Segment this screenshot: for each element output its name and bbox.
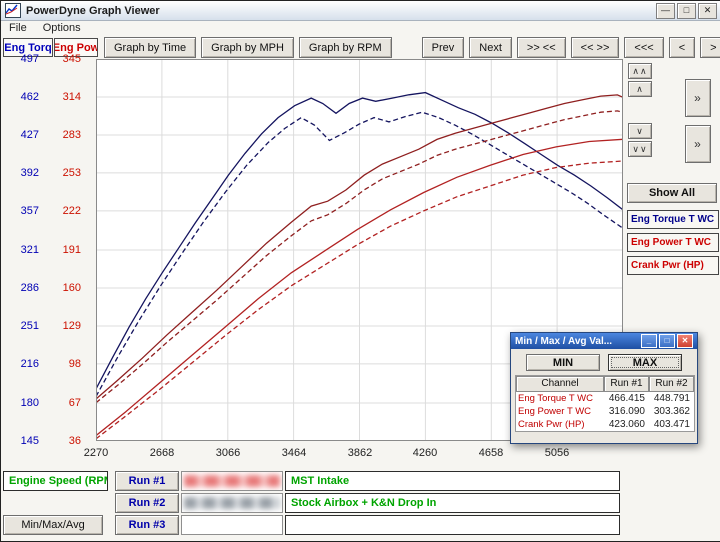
y-axis-left-tick: 427: [3, 129, 39, 141]
x-axis-tick: 3464: [272, 447, 316, 459]
minmax-header-run-1[interactable]: Run #1: [604, 376, 649, 392]
legend-eng-torque-t-wc[interactable]: Eng Torque T WC: [627, 210, 719, 229]
app-icon: [5, 3, 21, 18]
run3-button[interactable]: Run #3: [115, 515, 179, 535]
toolbar-button-graph-by-mph[interactable]: Graph by MPH: [201, 37, 294, 58]
scroll-up-button[interactable]: ∧: [628, 81, 652, 97]
toolbar-button-next[interactable]: Next: [469, 37, 512, 58]
minimize-button[interactable]: —: [656, 3, 675, 19]
menubar: File Options: [1, 21, 720, 37]
engine-speed-channel-button[interactable]: Engine Speed (RPM): [3, 471, 108, 491]
toolbar-button-graph-by-time[interactable]: Graph by Time: [104, 37, 196, 58]
minmax-titlebar: Min / Max / Avg Val... _ □ ✕: [511, 333, 697, 349]
minmax-run2-value: 448.791: [649, 392, 694, 405]
toolbar-button-[interactable]: <<<: [624, 37, 663, 58]
toolbar-button-[interactable]: >> <<: [517, 37, 566, 58]
minmax-row: Eng Power T WC316.090303.362: [516, 405, 694, 418]
minmax-table: ChannelRun #1Run #2Eng Torque T WC466.41…: [515, 375, 695, 432]
run2-note: Stock Airbox + K&N Drop In: [285, 493, 620, 513]
minmax-run1-value: 466.415: [604, 392, 649, 405]
minmax-header-run-2[interactable]: Run #2: [649, 376, 694, 392]
x-axis-tick: 3066: [206, 447, 250, 459]
run1-name-redacted: [181, 471, 283, 491]
minmax-maximize-button[interactable]: □: [659, 334, 675, 348]
minmax-channel-label: Eng Torque T WC: [516, 392, 604, 405]
y-axis-left-tick: 462: [3, 91, 39, 103]
y-axis-right-tick: 160: [45, 282, 81, 294]
minmax-run2-value: 403.471: [649, 418, 694, 431]
y-axis-right-tick: 222: [45, 205, 81, 217]
run2-name-redacted: [181, 493, 283, 513]
y-axis-right-tick: 253: [45, 167, 81, 179]
scroll-down-button[interactable]: ∨: [628, 123, 652, 139]
min-max-avg-button[interactable]: Min/Max/Avg: [3, 515, 103, 535]
minmax-channel-label: Eng Power T WC: [516, 405, 604, 418]
y-axis-left-tick: 145: [3, 435, 39, 447]
powerdyne-window: PowerDyne Graph Viewer — □ ✕ File Options…: [0, 0, 720, 542]
x-axis-tick: 4658: [469, 447, 513, 459]
y-axis-right-tick: 345: [45, 53, 81, 65]
x-axis-tick: 4260: [403, 447, 447, 459]
show-all-button[interactable]: Show All: [627, 183, 717, 203]
window-title: PowerDyne Graph Viewer: [26, 5, 160, 17]
y-axis-left-tick: 216: [3, 358, 39, 370]
y-axis-left-tick: 392: [3, 167, 39, 179]
y-axis-left-tick: 497: [3, 53, 39, 65]
scroll-down-fast-button[interactable]: ∨∨: [628, 141, 652, 157]
minmax-minimize-button[interactable]: _: [641, 334, 657, 348]
titlebar: PowerDyne Graph Viewer — □ ✕: [1, 1, 720, 21]
x-axis-tick: 2270: [74, 447, 118, 459]
y-axis-right-tick: 129: [45, 320, 81, 332]
minmax-row: Eng Torque T WC466.415448.791: [516, 392, 694, 405]
pan-right-lower-button[interactable]: »: [685, 125, 711, 163]
x-axis-tick: 3862: [338, 447, 382, 459]
pan-right-upper-button[interactable]: »: [685, 79, 711, 117]
y-axis-right-tick: 98: [45, 358, 81, 370]
toolbar-button-prev[interactable]: Prev: [422, 37, 465, 58]
run3-name-empty: [181, 515, 283, 535]
menu-options[interactable]: Options: [43, 22, 81, 36]
minmax-run2-value: 303.362: [649, 405, 694, 418]
run3-note: [285, 515, 620, 535]
x-axis-tick: 2668: [140, 447, 184, 459]
minmax-close-button[interactable]: ✕: [677, 334, 693, 348]
y-axis-right-tick: 67: [45, 397, 81, 409]
scroll-up-fast-button[interactable]: ∧∧: [628, 63, 652, 79]
min-button[interactable]: MIN: [526, 354, 600, 371]
minmax-run1-value: 316.090: [604, 405, 649, 418]
y-axis-right-tick: 283: [45, 129, 81, 141]
y-axis-left-tick: 357: [3, 205, 39, 217]
minmax-run1-value: 423.060: [604, 418, 649, 431]
y-axis-left-tick: 251: [3, 320, 39, 332]
y-axis-left-tick: 180: [3, 397, 39, 409]
minmax-window: Min / Max / Avg Val... _ □ ✕ MIN MAX Cha…: [510, 332, 698, 444]
run1-note: MST Intake: [285, 471, 620, 491]
run2-button[interactable]: Run #2: [115, 493, 179, 513]
x-axis-tick: 5056: [535, 447, 579, 459]
toolbar: Graph by TimeGraph by MPHGraph by RPM Pre…: [104, 37, 720, 58]
toolbar-button-[interactable]: << >>: [571, 37, 620, 58]
y-axis-right-tick: 314: [45, 91, 81, 103]
y-axis-right-tick: 36: [45, 435, 81, 447]
legend-eng-power-t-wc[interactable]: Eng Power T WC: [627, 233, 719, 252]
minmax-header-channel[interactable]: Channel: [516, 376, 604, 392]
menu-file[interactable]: File: [9, 22, 27, 36]
minmax-channel-label: Crank Pwr (HP): [516, 418, 604, 431]
max-button[interactable]: MAX: [608, 354, 682, 371]
toolbar-button-[interactable]: <: [669, 37, 695, 58]
legend-crank-pwr-hp[interactable]: Crank Pwr (HP): [627, 256, 719, 275]
run1-button[interactable]: Run #1: [115, 471, 179, 491]
toolbar-button-[interactable]: >: [700, 37, 720, 58]
y-axis-right-tick: 191: [45, 244, 81, 256]
maximize-button[interactable]: □: [677, 3, 696, 19]
y-axis-left-tick: 286: [3, 282, 39, 294]
y-axis-left-tick: 321: [3, 244, 39, 256]
minmax-row: Crank Pwr (HP)423.060403.471: [516, 418, 694, 431]
toolbar-button-graph-by-rpm[interactable]: Graph by RPM: [299, 37, 392, 58]
close-button[interactable]: ✕: [698, 3, 717, 19]
minmax-window-title: Min / Max / Avg Val...: [515, 336, 612, 347]
